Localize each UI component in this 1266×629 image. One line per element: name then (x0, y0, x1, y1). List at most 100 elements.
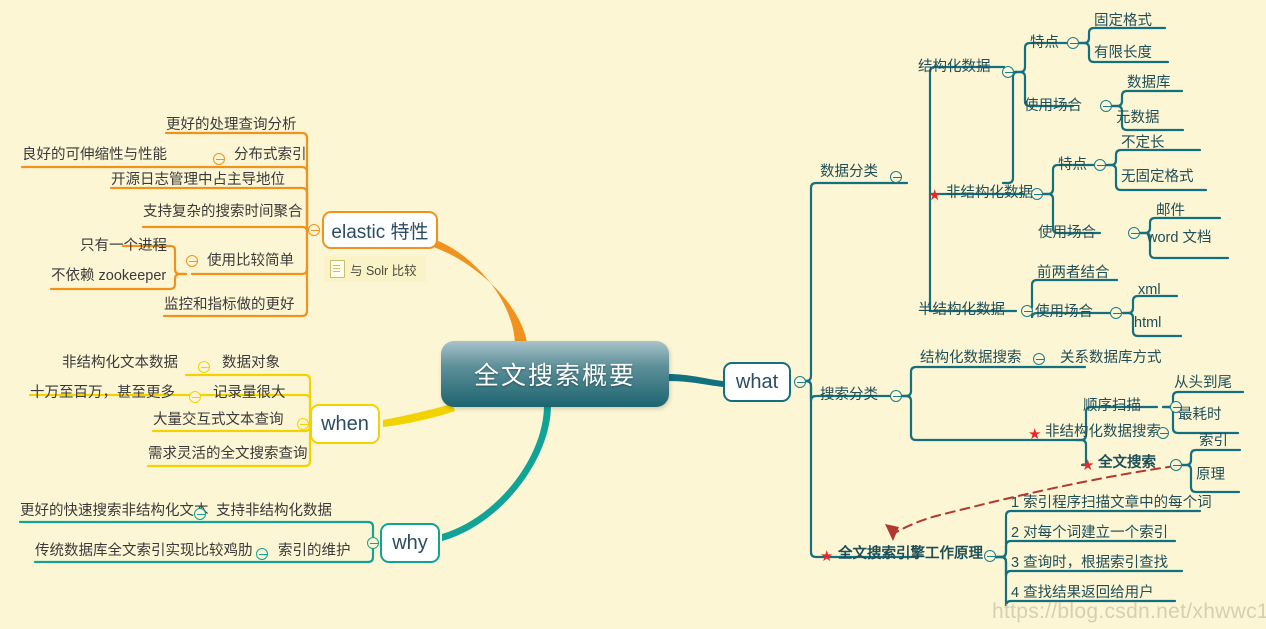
node-principle[interactable]: 原理 (1196, 467, 1225, 484)
star-icon-unstructured-search: ★ (1028, 426, 1042, 443)
node-email[interactable]: 邮件 (1156, 203, 1185, 220)
note-solr[interactable]: 与 Solr 比较 (324, 256, 426, 282)
node-scalable[interactable]: 良好的可伸缩性与性能 (22, 147, 167, 164)
mindmap-canvas: 全文搜索概要 elastic 特性 与 Solr 比较 when why wha… (0, 0, 1266, 629)
node-support-unstructured[interactable]: 支持非结构化数据 (216, 503, 332, 520)
root-label: 全文搜索概要 (473, 362, 636, 390)
toggle-large-records[interactable] (189, 391, 201, 403)
node-log-mgmt[interactable]: 开源日志管理中占主导地位 (111, 172, 285, 189)
watermark: https://blog.csdn.net/xhwwc110 (992, 600, 1266, 623)
node-most-time-consuming[interactable]: 最耗时 (1178, 407, 1222, 424)
node-step-2[interactable]: 2 对每个词建立一个索引 (1011, 525, 1168, 542)
node-distributed-index[interactable]: 分布式索引 (234, 147, 307, 164)
toggle-data-classification[interactable] (890, 171, 902, 183)
node-better-query[interactable]: 更好的处理查询分析 (166, 117, 297, 134)
node-variable-length[interactable]: 不定长 (1121, 135, 1165, 152)
toggle-search-classification[interactable] (890, 390, 902, 402)
node-combo-of-both[interactable]: 前两者结合 (1037, 265, 1110, 282)
node-unstructured-search[interactable]: 非结构化数据搜索 (1045, 424, 1161, 441)
what-subtree-lines (798, 26, 1245, 607)
node-database[interactable]: 数据库 (1127, 75, 1171, 92)
node-step-3[interactable]: 3 查询时，根据索引查找 (1011, 555, 1168, 572)
star-icon-fulltext-search: ★ (1081, 457, 1095, 474)
star-icon-engine-principle: ★ (820, 548, 834, 565)
branch-what-label: what (735, 370, 779, 393)
toggle-structured-data[interactable] (1002, 66, 1014, 78)
node-hundred-thousand[interactable]: 十万至百万，甚至更多 (30, 385, 175, 402)
node-structured-usecase-label[interactable]: 使用场合 (1024, 98, 1082, 115)
node-sequential-scan[interactable]: 顺序扫描 (1083, 398, 1141, 415)
branch-when[interactable]: when (310, 404, 380, 444)
node-head-to-tail[interactable]: 从头到尾 (1174, 375, 1232, 392)
node-semi-structured-data[interactable]: 半结构化数据 (918, 302, 1005, 319)
node-simple-use[interactable]: 使用比较简单 (207, 253, 294, 270)
node-unstructured-features-label[interactable]: 特点 (1058, 157, 1087, 174)
toggle-data-object[interactable] (198, 361, 210, 373)
node-no-fixed-format[interactable]: 无固定格式 (1121, 169, 1194, 186)
curve-root-when (383, 404, 455, 427)
node-structured-search[interactable]: 结构化数据搜索 (920, 350, 1022, 367)
curve-root-elastic (430, 238, 528, 350)
node-data-object[interactable]: 数据对象 (222, 355, 280, 372)
toggle-structured-search[interactable] (1033, 353, 1045, 365)
node-limited-length[interactable]: 有限长度 (1094, 45, 1152, 62)
toggle-engine-principle[interactable] (984, 550, 996, 562)
toggle-what[interactable] (794, 376, 806, 388)
node-xml[interactable]: xml (1138, 282, 1161, 299)
node-step-1[interactable]: 1 索引程序扫描文章中的每个词 (1011, 495, 1212, 512)
node-engine-principle[interactable]: 全文搜索引擎工作原理 (838, 546, 983, 563)
toggle-elastic[interactable] (308, 224, 320, 236)
toggle-structured-usecase[interactable] (1100, 100, 1112, 112)
toggle-distributed-index[interactable] (213, 153, 225, 165)
node-data-classification[interactable]: 数据分类 (820, 164, 878, 181)
node-unstructured-usecase-label[interactable]: 使用场合 (1038, 225, 1096, 242)
toggle-index-maintain[interactable] (256, 548, 268, 560)
branch-what[interactable]: what (723, 362, 791, 402)
node-semi-usecase-label[interactable]: 使用场合 (1035, 304, 1093, 321)
node-complex-agg[interactable]: 支持复杂的搜索时间聚合 (143, 204, 303, 221)
branch-why[interactable]: why (380, 523, 440, 563)
node-one-process[interactable]: 只有一个进程 (80, 238, 167, 255)
node-large-records[interactable]: 记录量很大 (213, 385, 286, 402)
toggle-unstructured-data[interactable] (1031, 188, 1043, 200)
branch-elastic[interactable]: elastic 特性 (322, 211, 438, 249)
node-unstructured-text[interactable]: 非结构化文本数据 (62, 355, 178, 372)
toggle-when[interactable] (297, 418, 309, 430)
node-html[interactable]: html (1134, 315, 1161, 332)
toggle-support-unstructured[interactable] (194, 508, 206, 520)
toggle-simple-use[interactable] (186, 255, 198, 267)
node-fulltext-search[interactable]: 全文搜索 (1098, 455, 1156, 472)
node-index-maintain[interactable]: 索引的维护 (278, 543, 351, 560)
node-relational-db-method[interactable]: 关系数据库方式 (1060, 350, 1162, 367)
node-no-zookeeper[interactable]: 不依赖 zookeeper (51, 268, 166, 285)
node-fixed-format[interactable]: 固定格式 (1094, 13, 1152, 30)
node-better-fast-search[interactable]: 更好的快速搜索非结构化文本 (20, 503, 209, 520)
toggle-semi-structured[interactable] (1021, 305, 1033, 317)
toggle-fulltext-search[interactable] (1170, 459, 1182, 471)
curve-root-why (442, 405, 551, 541)
node-monitoring[interactable]: 监控和指标做的更好 (164, 297, 295, 314)
note-solr-text: 与 Solr 比较 (350, 263, 417, 278)
branch-elastic-label: elastic 特性 (331, 221, 429, 243)
root-node[interactable]: 全文搜索概要 (441, 341, 669, 407)
toggle-unstructured-features[interactable] (1094, 159, 1106, 171)
node-unstructured-data[interactable]: 非结构化数据 (946, 185, 1033, 202)
node-interactive-query[interactable]: 大量交互式文本查询 (153, 412, 284, 429)
node-word-doc[interactable]: word 文档 (1147, 230, 1211, 247)
node-index[interactable]: 索引 (1199, 433, 1228, 450)
toggle-unstructured-search[interactable] (1157, 427, 1169, 439)
toggle-semi-usecase[interactable] (1110, 307, 1122, 319)
star-icon-unstructured-data: ★ (928, 187, 942, 204)
toggle-why[interactable] (367, 537, 379, 549)
node-structured-features-label[interactable]: 特点 (1030, 35, 1059, 52)
node-structured-data[interactable]: 结构化数据 (918, 59, 991, 76)
node-search-classification[interactable]: 搜索分类 (820, 387, 878, 404)
branch-when-label: when (321, 412, 369, 435)
node-metadata[interactable]: 元数据 (1116, 110, 1160, 127)
toggle-structured-features[interactable] (1067, 37, 1079, 49)
toggle-unstructured-usecase[interactable] (1128, 227, 1140, 239)
node-traditional-db[interactable]: 传统数据库全文索引实现比较鸡肋 (35, 543, 253, 560)
node-flexible-fulltext[interactable]: 需求灵活的全文搜索查询 (148, 446, 308, 463)
branch-why-label: why (392, 531, 428, 554)
curve-root-what (668, 374, 723, 387)
